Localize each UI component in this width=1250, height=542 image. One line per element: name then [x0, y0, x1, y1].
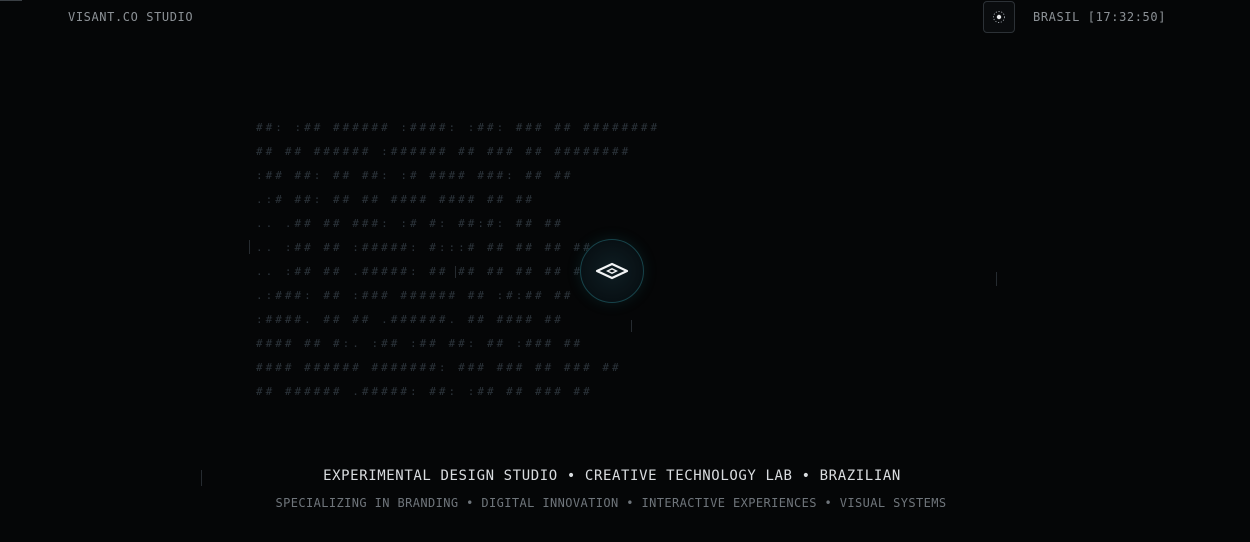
- ascii-line: ## ## ###### :###### ## ### ## ########: [256, 145, 631, 158]
- ascii-line: :####. ## ## .######. ## #### ##: [256, 313, 564, 326]
- glitch-streak: [249, 240, 250, 254]
- ascii-line: :## ##: ## ##: :# #### ###: ## ##: [256, 169, 574, 182]
- center-logo-button[interactable]: [580, 239, 644, 303]
- ascii-line: .. :## ## :#####: #:::# ## ## ## ##: [256, 241, 593, 254]
- ascii-line: .. :## ## .#####: ## ## ## ## ## ##: [256, 265, 593, 278]
- glitch-streak: [631, 320, 632, 332]
- ascii-line: ##: :## ###### :####: :##: ### ## ######…: [256, 121, 660, 134]
- ascii-line: ## ###### .#####: ##: :## ## ### ##: [256, 385, 593, 398]
- ascii-line: #### ## #:. :## :## ##: ## :### ##: [256, 337, 583, 350]
- ascii-line: .. .## ## ###: :# #: ##:#: ## ##: [256, 217, 564, 230]
- ascii-line: .:# ##: ## ## #### #### ## ##: [256, 193, 535, 206]
- page: VISANT.CO STUDIO BRASIL [17:32:50] ##: :…: [0, 0, 1250, 542]
- studio-tagline: EXPERIMENTAL DESIGN STUDIO • CREATIVE TE…: [323, 468, 901, 484]
- ascii-line: #### ###### #######: ### ### ## ### ##: [256, 361, 622, 374]
- glitch-streak: [996, 272, 997, 286]
- glitch-streak: [455, 266, 456, 278]
- visant-diamond-eye-icon: [595, 262, 629, 280]
- studio-specialties: SPECIALIZING IN BRANDING • DIGITAL INNOV…: [275, 496, 947, 510]
- ascii-line: .:###: ## :### ###### ## :#:## ##: [256, 289, 574, 302]
